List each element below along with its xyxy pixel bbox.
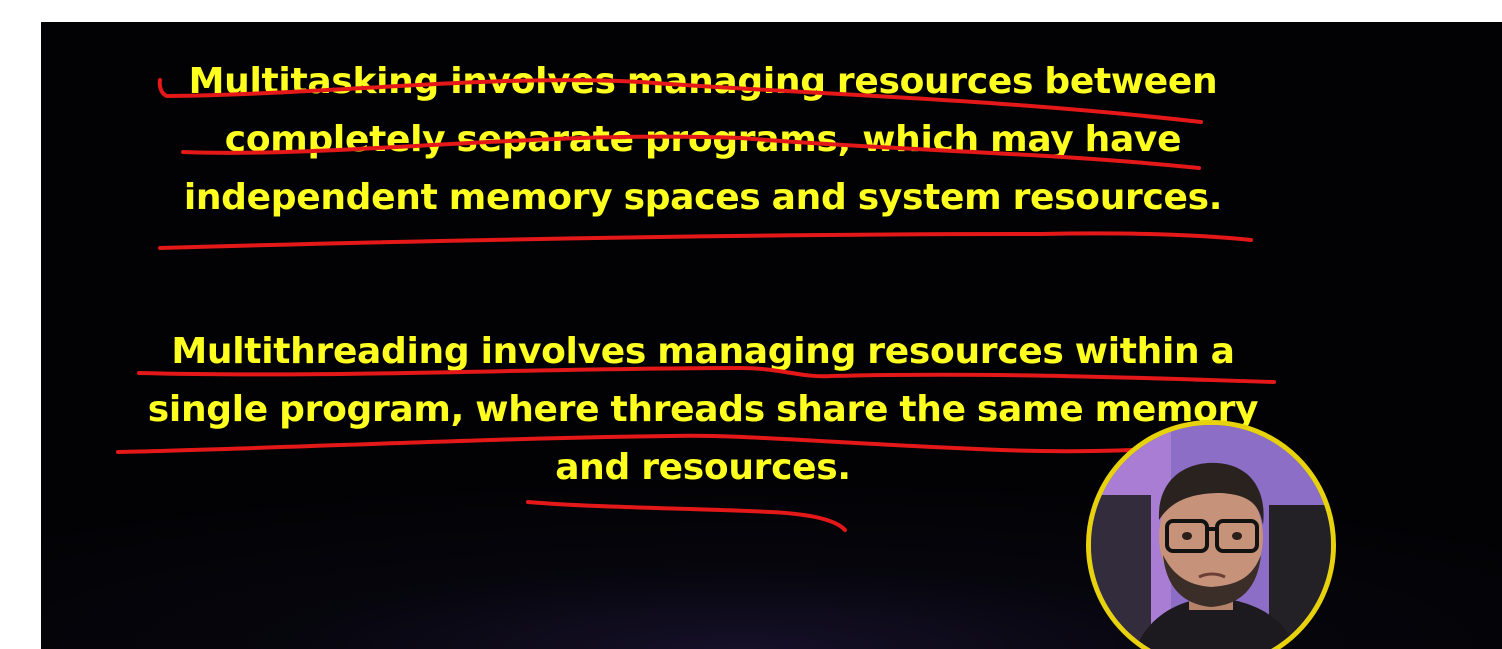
paragraph-line: completely separate programs, which may … bbox=[224, 119, 1182, 160]
paragraph-line: independent memory spaces and system res… bbox=[183, 177, 1223, 218]
slide: Multitasking involves managing resources… bbox=[41, 22, 1502, 649]
paragraph-line: Multitasking involves managing resources… bbox=[188, 61, 1218, 102]
paragraph-line: single program, where threads share the … bbox=[147, 389, 1259, 430]
paragraph-line: and resources. bbox=[555, 447, 851, 488]
presenter-avatar-icon bbox=[1091, 425, 1331, 649]
underline-stroke bbox=[526, 500, 847, 532]
underline-stroke bbox=[158, 231, 1253, 250]
paragraph-multitasking: Multitasking involves managing resources… bbox=[123, 53, 1283, 227]
paragraph-line: Multithreading involves managing resourc… bbox=[171, 331, 1235, 372]
